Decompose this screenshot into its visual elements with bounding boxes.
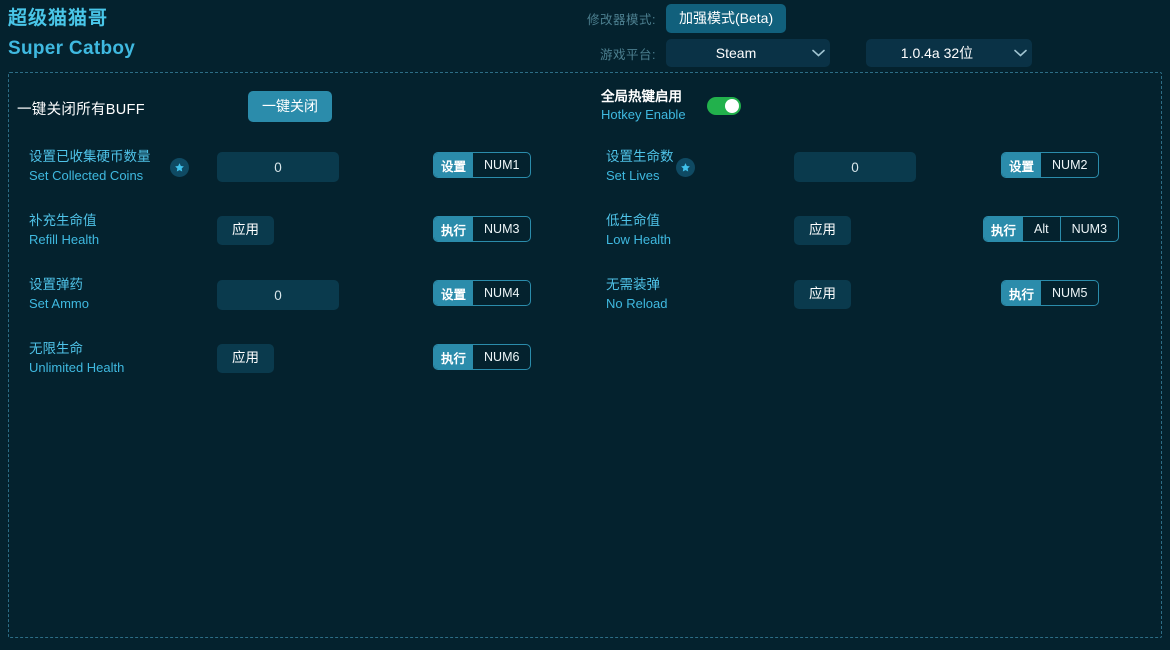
- cheat-label-cn: 补充生命值: [29, 211, 179, 230]
- toggle-knob: [725, 99, 739, 113]
- hotkey-pill[interactable]: 执行NUM6: [433, 344, 531, 370]
- hotkey-pill[interactable]: 执行NUM3: [433, 216, 531, 242]
- cheat-label-en: No Reload: [606, 294, 756, 313]
- apply-button[interactable]: 应用: [794, 280, 851, 309]
- cheat-label-cn: 设置已收集硬币数量: [29, 147, 179, 166]
- hotkey-enable-toggle[interactable]: [707, 97, 741, 115]
- cheat-item: 设置弹药Set Ammo 设置NUM4: [9, 263, 586, 327]
- cheat-item-labels: 无限生命Unlimited Health: [29, 339, 179, 377]
- mode-button[interactable]: 加强模式(Beta): [666, 4, 786, 33]
- cheat-row: 无限生命Unlimited Health 应用 执行NUM6: [9, 327, 1161, 391]
- close-all-buffs-label: 一键关闭所有BUFF: [17, 98, 145, 119]
- hotkey-action-label: 执行: [984, 217, 1023, 241]
- cheat-label-cn: 低生命值: [606, 211, 756, 230]
- hotkey-pill[interactable]: 设置NUM2: [1001, 152, 1099, 178]
- cheat-rows: 设置已收集硬币数量Set Collected Coins设置NUM1设置生命数S…: [9, 135, 1161, 391]
- cheat-item-labels: 低生命值Low Health: [606, 211, 756, 249]
- cheat-item: 设置已收集硬币数量Set Collected Coins 设置NUM1: [9, 135, 586, 199]
- hotkey-pill[interactable]: 设置NUM4: [433, 280, 531, 306]
- cheat-item-labels: 设置已收集硬币数量Set Collected Coins: [29, 147, 179, 185]
- cheat-value-input[interactable]: [794, 152, 916, 182]
- cheat-panel: 一键关闭所有BUFF 一键关闭 全局热键启用 Hotkey Enable 设置已…: [8, 72, 1162, 638]
- version-select-value: 1.0.4a 32位: [866, 43, 1008, 63]
- app-title-en: Super Catboy: [8, 36, 135, 62]
- close-all-buffs-button[interactable]: 一键关闭: [248, 91, 332, 122]
- cheat-item: 无需装弹No Reload 应用 执行NUM5: [586, 263, 1163, 327]
- hotkey-key: NUM4: [473, 281, 530, 305]
- hotkey-enable-labels: 全局热键启用 Hotkey Enable: [601, 88, 697, 124]
- hotkey-pill[interactable]: 设置NUM1: [433, 152, 531, 178]
- cheat-label-en: Set Ammo: [29, 294, 179, 313]
- star-icon: [170, 158, 189, 177]
- cheat-row: 设置弹药Set Ammo 设置NUM4 无需装弹No Reload 应用 执行NUM5: [9, 263, 1161, 327]
- cheat-item-labels: 设置弹药Set Ammo: [29, 275, 179, 313]
- hotkey-enable-label-en: Hotkey Enable: [601, 106, 697, 124]
- apply-button[interactable]: 应用: [217, 216, 274, 245]
- cheat-value-input[interactable]: [217, 152, 339, 182]
- hotkey-enable-label-cn: 全局热键启用: [601, 88, 697, 106]
- hotkey-key: NUM1: [473, 153, 530, 177]
- cheat-item-labels: 无需装弹No Reload: [606, 275, 756, 313]
- hotkey-pill[interactable]: 执行AltNUM3: [983, 216, 1119, 242]
- platform-select-value: Steam: [666, 45, 806, 61]
- hotkey-action-label: 设置: [1002, 153, 1041, 177]
- hotkey-action-label: 执行: [434, 217, 473, 241]
- cheat-label-en: Low Health: [606, 230, 756, 249]
- hotkey-key: NUM3: [1060, 217, 1118, 241]
- cheat-label-en: Unlimited Health: [29, 358, 179, 377]
- mode-control: 修改器模式: 加强模式(Beta): [578, 4, 786, 33]
- hotkey-pill[interactable]: 执行NUM5: [1001, 280, 1099, 306]
- app-title-cn: 超级猫猫哥: [8, 6, 135, 32]
- cheat-item: 低生命值Low Health 应用 执行AltNUM3: [586, 199, 1163, 263]
- brand: 超级猫猫哥 Super Catboy: [8, 6, 135, 62]
- cheat-item: 设置生命数Set Lives设置NUM2: [586, 135, 1163, 199]
- hotkey-key: NUM3: [473, 217, 530, 241]
- platform-select[interactable]: Steam: [666, 39, 830, 67]
- hotkey-action-label: 执行: [1002, 281, 1041, 305]
- hotkey-key: NUM6: [473, 345, 530, 369]
- version-select[interactable]: 1.0.4a 32位: [866, 39, 1032, 67]
- cheat-label-en: Refill Health: [29, 230, 179, 249]
- cheat-label-cn: 无需装弹: [606, 275, 756, 294]
- hotkey-key: NUM2: [1041, 153, 1098, 177]
- star-icon: [676, 158, 695, 177]
- global-controls-strip: 一键关闭所有BUFF 一键关闭 全局热键启用 Hotkey Enable: [9, 73, 1161, 135]
- platform-label: 游戏平台:: [578, 44, 656, 63]
- chevron-down-icon: [806, 49, 830, 57]
- mode-label: 修改器模式:: [578, 9, 656, 28]
- cheat-row: 补充生命值Refill Health应用执行NUM3低生命值Low Health…: [9, 199, 1161, 263]
- cheat-item: 补充生命值Refill Health 应用 执行NUM3: [9, 199, 586, 263]
- hotkey-action-label: 执行: [434, 345, 473, 369]
- apply-button[interactable]: 应用: [217, 344, 274, 373]
- chevron-down-icon: [1008, 49, 1032, 57]
- cheat-item-labels: 补充生命值Refill Health: [29, 211, 179, 249]
- platform-control: 游戏平台: Steam 1.0.4a 32位: [578, 39, 1032, 67]
- cheat-item: 无限生命Unlimited Health 应用 执行NUM6: [9, 327, 586, 391]
- cheat-label-cn: 设置弹药: [29, 275, 179, 294]
- hotkey-key: NUM5: [1041, 281, 1098, 305]
- cheat-item: [586, 327, 1163, 391]
- hotkey-action-label: 设置: [434, 153, 473, 177]
- hotkey-action-label: 设置: [434, 281, 473, 305]
- hotkey-key: Alt: [1023, 217, 1060, 241]
- app-header: 超级猫猫哥 Super Catboy 修改器模式: 加强模式(Beta) 游戏平…: [0, 0, 1170, 72]
- hotkey-enable-control: 全局热键启用 Hotkey Enable: [601, 88, 741, 124]
- cheat-row: 设置已收集硬币数量Set Collected Coins设置NUM1设置生命数S…: [9, 135, 1161, 199]
- cheat-label-en: Set Collected Coins: [29, 166, 179, 185]
- trainer-window: 超级猫猫哥 Super Catboy 修改器模式: 加强模式(Beta) 游戏平…: [0, 0, 1170, 650]
- apply-button[interactable]: 应用: [794, 216, 851, 245]
- cheat-label-cn: 无限生命: [29, 339, 179, 358]
- cheat-value-input[interactable]: [217, 280, 339, 310]
